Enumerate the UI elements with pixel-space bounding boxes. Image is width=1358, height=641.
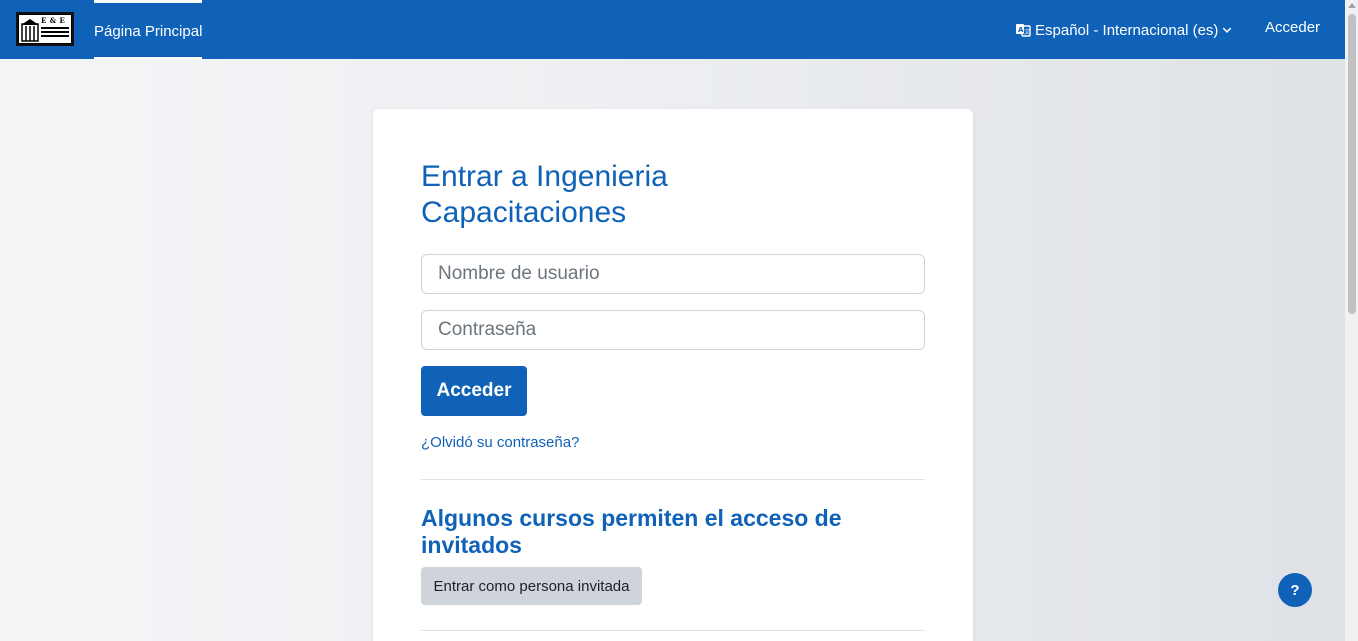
page-scrollbar[interactable] (1345, 0, 1358, 641)
building-icon (21, 19, 39, 42)
login-submit-button[interactable]: Acceder (421, 366, 527, 416)
language-menu[interactable]: A 文 Español - Internacional (es) (1015, 19, 1232, 41)
divider (421, 630, 925, 631)
svg-text:文: 文 (1024, 28, 1030, 36)
chevron-down-icon (1223, 27, 1232, 33)
login-card: Entrar a Ingenieria Capacitaciones Acced… (373, 109, 973, 641)
scroll-thumb[interactable] (1348, 14, 1356, 314)
logo-frame: E & E (18, 14, 72, 44)
guest-access-title: Algunos cursos permiten el acceso de inv… (421, 505, 842, 558)
language-label: Español - Internacional (es) (1035, 21, 1219, 39)
logo-lines (41, 27, 69, 39)
site-logo[interactable]: E & E (16, 12, 74, 46)
divider (421, 479, 925, 480)
translate-icon: A 文 (1016, 24, 1031, 37)
nav-login-link[interactable]: Acceder (1265, 19, 1320, 36)
nav-home-link[interactable]: Página Principal (94, 0, 203, 59)
top-navbar: E & E Página Principal A 文 Español - Int… (0, 0, 1345, 59)
logo-text: E & E (41, 16, 66, 25)
guest-login-button[interactable]: Entrar como persona invitada (421, 567, 642, 605)
username-input[interactable] (421, 254, 925, 294)
login-title: Entrar a Ingenieria Capacitaciones (421, 160, 668, 229)
password-input[interactable] (421, 310, 925, 350)
scroll-up-arrow-icon[interactable] (1348, 3, 1356, 8)
help-button[interactable]: ? (1278, 573, 1312, 607)
forgot-password-link[interactable]: ¿Olvidó su contraseña? (421, 434, 579, 451)
